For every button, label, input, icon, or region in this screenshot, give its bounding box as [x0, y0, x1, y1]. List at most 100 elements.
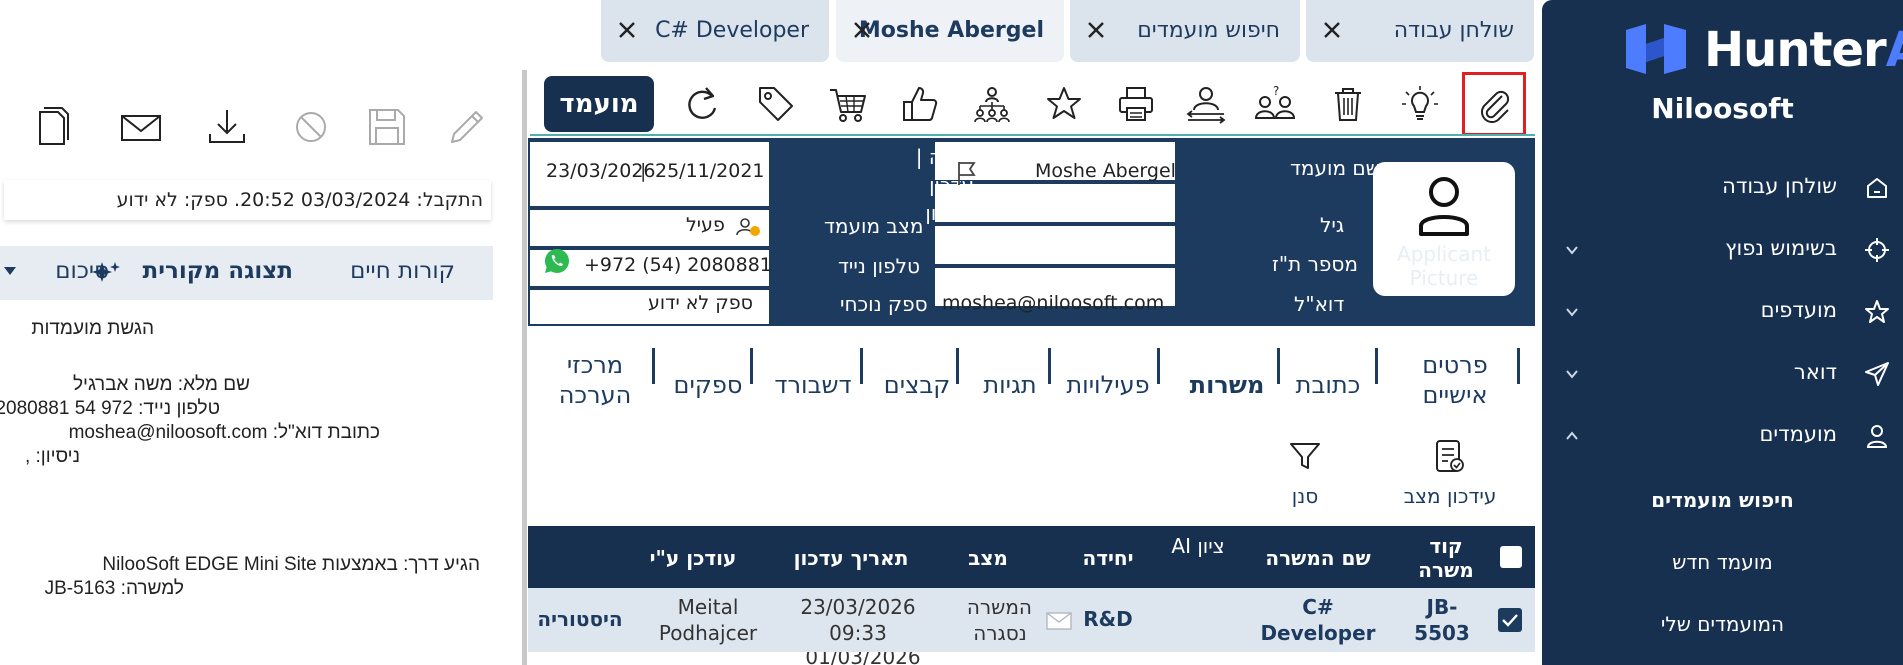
- section-tab-activities[interactable]: פעילויות: [1060, 370, 1156, 400]
- whatsapp-icon[interactable]: [542, 246, 572, 276]
- row-history-link[interactable]: היסטוריה: [532, 606, 628, 632]
- org-chart-icon[interactable]: [966, 78, 1018, 130]
- row-job-code[interactable]: JB-5503: [1408, 594, 1476, 646]
- candidate-status-button[interactable]: מועמד: [544, 76, 654, 132]
- mail-icon[interactable]: [118, 104, 164, 150]
- sidebar-item-mail[interactable]: דואר: [1542, 348, 1903, 400]
- candidate-status-label: מצב מועמד: [824, 214, 924, 238]
- close-icon[interactable]: [850, 18, 874, 42]
- filter-button[interactable]: סנן: [1270, 484, 1340, 508]
- table-row[interactable]: JB-5503 C# Developer R&D המשרה נסגרה 23/…: [528, 588, 1535, 652]
- update-status-icon[interactable]: [1432, 438, 1466, 474]
- tag-icon[interactable]: [750, 78, 802, 130]
- email-line: כתובת דוא"ל: moshea@niloosoft.com: [68, 422, 380, 443]
- user-question-icon[interactable]: ?: [1250, 78, 1302, 130]
- email-line: למשרה: JB-5163: [44, 578, 184, 599]
- col-update-date[interactable]: תאריך עדכון: [776, 546, 926, 570]
- section-divider: [652, 348, 655, 384]
- sidebar-item-label: דואר: [1793, 360, 1837, 384]
- hunterai-logo[interactable]: HunterAI: [1582, 20, 1903, 80]
- sidebar-item-label: שולחן עבודה: [1722, 174, 1837, 198]
- toolbar-divider: [530, 134, 1535, 136]
- section-divider: [1517, 348, 1520, 384]
- preview-view-tabs: קורות חיים תצוגה מקורית סיכום: [0, 246, 493, 300]
- user-transfer-icon[interactable]: [1180, 78, 1232, 130]
- sidebar: HunterAI Niloosoft שולחן עבודה בשימוש נפ…: [1542, 0, 1903, 665]
- col-job-code[interactable]: קוד משרה: [1406, 534, 1486, 582]
- redo-icon[interactable]: [676, 78, 728, 130]
- candidate-toolbar: מועמד ?: [530, 70, 1535, 138]
- created-date: 25/11/2021: [655, 160, 765, 182]
- tab-label: Moshe Abergel: [858, 18, 1044, 43]
- close-icon[interactable]: [615, 18, 639, 42]
- close-icon[interactable]: [1084, 18, 1108, 42]
- row-unit: R&D: [1083, 607, 1133, 631]
- tab-candidate-search[interactable]: חיפוש מועמדים: [1070, 0, 1300, 62]
- col-ai-score[interactable]: ציון AI: [1168, 534, 1228, 558]
- chevron-down-icon: [1564, 242, 1580, 258]
- cart-icon[interactable]: [822, 78, 874, 130]
- section-divider: [1375, 348, 1378, 384]
- section-tab-tags[interactable]: תגיות: [976, 370, 1044, 400]
- sparkle-icon: [90, 260, 122, 286]
- section-tab-suppliers[interactable]: ספקים: [670, 370, 746, 400]
- select-all-checkbox[interactable]: [1500, 546, 1522, 568]
- sidebar-item-dashboard[interactable]: שולחן עבודה: [1542, 162, 1903, 214]
- update-status-button[interactable]: עידכון מצב: [1390, 484, 1510, 508]
- flag-icon[interactable]: [955, 160, 979, 186]
- section-divider: [956, 348, 959, 384]
- mobile-value[interactable]: +972 (54) 2080881: [584, 254, 772, 276]
- logo-mark-icon: [1624, 24, 1690, 74]
- col-job-name[interactable]: שם המשרה: [1248, 546, 1388, 570]
- trash-icon[interactable]: [1322, 78, 1374, 130]
- sidebar-item-favorites[interactable]: מועדפים: [1542, 286, 1903, 338]
- col-unit[interactable]: יחידה: [1068, 546, 1148, 570]
- sidebar-subitem-new-candidate[interactable]: מועמד חדש: [1542, 550, 1903, 574]
- filter-icon[interactable]: [1288, 440, 1322, 472]
- view-tab-cv[interactable]: קורות חיים: [350, 258, 455, 284]
- star-outline-icon[interactable]: [1038, 78, 1090, 130]
- section-tab-jobs[interactable]: משרות: [1184, 370, 1270, 400]
- sidebar-item-common[interactable]: בשימוש נפוץ: [1542, 224, 1903, 276]
- tab-csharp-developer[interactable]: C# Developer: [601, 0, 829, 62]
- lightbulb-icon[interactable]: [1394, 78, 1446, 130]
- sidebar-subitem-candidate-search[interactable]: חיפוש מועמדים: [1542, 488, 1903, 512]
- company-name: Niloosoft: [1651, 92, 1794, 125]
- close-icon[interactable]: [1320, 18, 1344, 42]
- view-tab-original[interactable]: תצוגה מקורית: [142, 258, 293, 284]
- section-tab-dashboard[interactable]: דשבורד: [770, 370, 856, 400]
- printer-icon[interactable]: [1110, 78, 1162, 130]
- candidate-name-label: שם מועמד: [1290, 156, 1380, 180]
- home-icon: [1863, 174, 1891, 202]
- applicant-picture-placeholder: Applicant Picture: [1397, 242, 1491, 290]
- row-checkbox[interactable]: [1498, 608, 1522, 632]
- edit-icon: [444, 104, 490, 150]
- sidebar-item-candidates[interactable]: מועמדים: [1542, 410, 1903, 462]
- section-divider: [750, 348, 753, 384]
- email-line: ניסיון: ,: [24, 446, 80, 467]
- envelope-icon[interactable]: [1046, 612, 1072, 630]
- row-job-name[interactable]: C# Developer: [1248, 594, 1388, 646]
- section-tab-assessment-centers[interactable]: מרכזי הערכה: [548, 350, 642, 410]
- current-supplier-value: ספק לא ידוע: [648, 292, 753, 314]
- tab-dashboard[interactable]: שולחן עבודה: [1306, 0, 1534, 62]
- sidebar-subitem-my-candidates[interactable]: המועמדים שלי: [1542, 612, 1903, 636]
- section-tab-address[interactable]: כתובת: [1285, 370, 1371, 400]
- download-icon[interactable]: [204, 104, 250, 150]
- section-tab-files[interactable]: קבצים: [880, 370, 954, 400]
- col-updated-by[interactable]: עודכן ע"י: [638, 546, 748, 570]
- thumbs-up-icon[interactable]: [894, 78, 946, 130]
- email-value[interactable]: moshea@niloosoft.com: [942, 292, 1164, 314]
- col-status[interactable]: מצב: [948, 546, 1028, 570]
- applicant-picture[interactable]: Applicant Picture: [1373, 162, 1515, 296]
- caret-down-icon[interactable]: [2, 264, 18, 278]
- copy-icon[interactable]: [30, 104, 76, 150]
- send-icon: [1863, 360, 1891, 388]
- panel-resize-handle[interactable]: [522, 70, 527, 665]
- tab-moshe-abergel[interactable]: Moshe Abergel: [836, 0, 1064, 62]
- tab-label: C# Developer: [655, 18, 809, 43]
- user-icon: [1863, 422, 1891, 450]
- section-tab-personal[interactable]: פרטים אישיים: [1400, 350, 1510, 410]
- paperclip-icon[interactable]: [1462, 72, 1526, 136]
- sidebar-item-label: מועמדים: [1759, 422, 1838, 446]
